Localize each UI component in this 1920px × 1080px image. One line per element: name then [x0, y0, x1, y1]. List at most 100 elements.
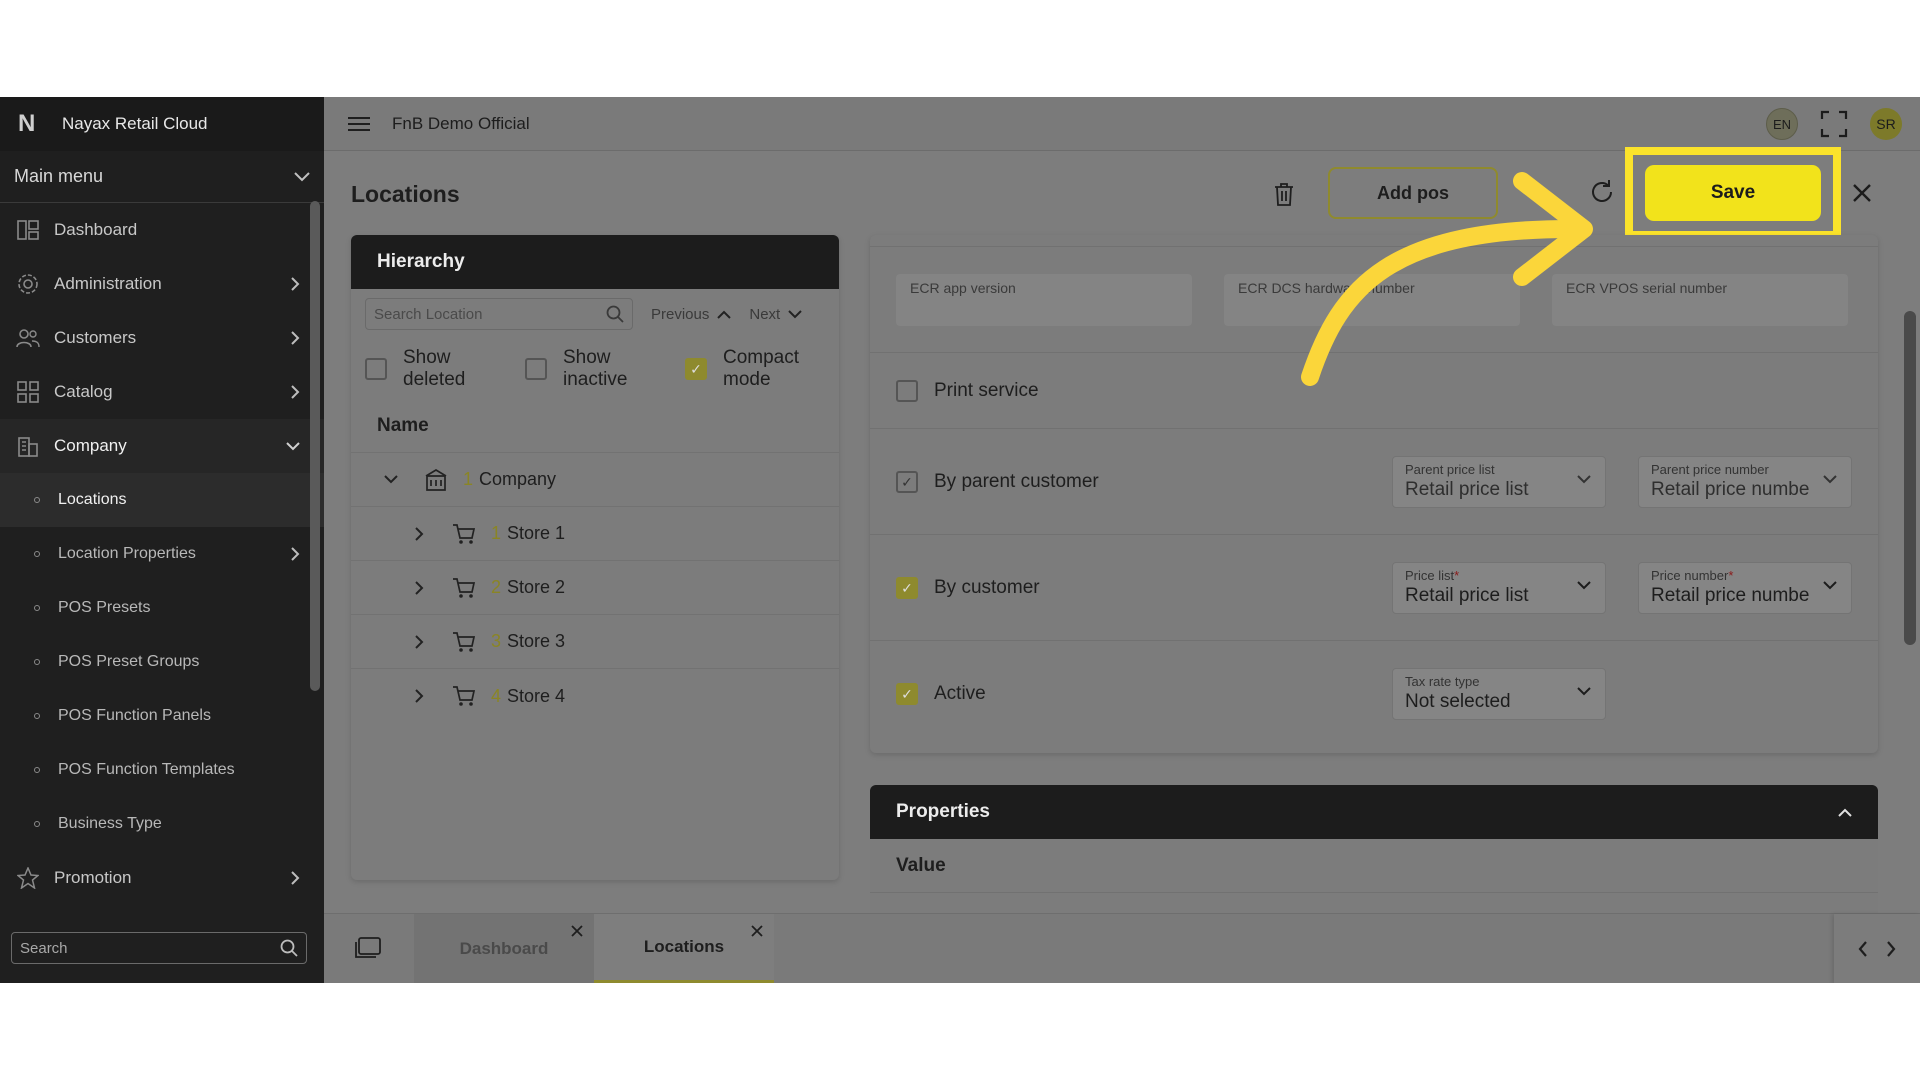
search-icon[interactable]	[280, 939, 298, 957]
tree-row-store[interactable]: 3 Store 3	[351, 615, 839, 669]
compact-mode-checkbox[interactable]: ✓	[685, 358, 707, 380]
previous-button[interactable]: Previous	[651, 306, 732, 323]
sidebar-scrollbar[interactable]	[310, 201, 320, 691]
gear-icon	[16, 272, 40, 296]
close-icon[interactable]	[570, 924, 584, 938]
show-deleted-toggle[interactable]: Show deleted	[365, 347, 505, 391]
close-icon[interactable]	[750, 924, 764, 938]
sidebar-item-administration[interactable]: Administration	[0, 257, 324, 311]
main-scrollbar[interactable]	[1904, 311, 1916, 645]
chevron-right-icon[interactable]	[409, 689, 429, 703]
sidebar-search-input[interactable]	[20, 939, 280, 957]
parent-price-number-select[interactable]: Parent price number Retail price numbe	[1638, 455, 1852, 508]
tree-name: Store 2	[507, 577, 566, 597]
next-label: Next	[749, 305, 781, 323]
sidebar-item-catalog[interactable]: Catalog	[0, 365, 324, 419]
sidebar-search	[11, 932, 307, 964]
by-customer-toggle[interactable]: ✓ By customer	[896, 576, 1360, 599]
bullet-icon	[34, 713, 40, 719]
tree-row-store[interactable]: 1 Store 1	[351, 507, 839, 561]
tab-dashboard[interactable]: Dashboard	[414, 914, 594, 983]
save-button[interactable]: Save	[1645, 165, 1821, 221]
tree-row-company[interactable]: 1 Company	[351, 453, 839, 507]
search-icon[interactable]	[606, 305, 624, 323]
sidebar-item-pos-function-panels[interactable]: POS Function Panels	[0, 689, 324, 743]
sidebar-item-pos-presets[interactable]: POS Presets	[0, 581, 324, 635]
sidebar-item-pos-function-templates[interactable]: POS Function Templates	[0, 743, 324, 797]
parent-price-list-select[interactable]: Parent price list Retail price list	[1392, 455, 1606, 508]
compact-mode-toggle[interactable]: ✓ Compact mode	[685, 347, 825, 391]
tax-rate-select[interactable]: Tax rate type Not selected	[1392, 668, 1606, 720]
properties-header[interactable]: Properties	[870, 785, 1878, 839]
close-icon[interactable]	[1850, 181, 1874, 205]
show-inactive-checkbox[interactable]	[525, 358, 547, 380]
sidebar-item-label: Customers	[54, 328, 137, 347]
top-bar: FnB Demo Official EN SR	[324, 97, 1920, 151]
tab-locations[interactable]: Locations	[594, 914, 774, 983]
tab-label: Locations	[643, 937, 725, 956]
language-button[interactable]: EN	[1766, 108, 1798, 140]
location-search-input[interactable]	[374, 305, 606, 323]
tree-row-store[interactable]: 2 Store 2	[351, 561, 839, 615]
add-pos-button[interactable]: Add pos	[1328, 167, 1498, 219]
sidebar-item-business-type[interactable]: Business Type	[0, 797, 324, 851]
chevron-right-icon[interactable]	[409, 526, 429, 541]
cart-icon	[453, 631, 476, 652]
brand[interactable]: N Nayax Retail Cloud	[0, 97, 324, 151]
by-customer-label: By customer	[934, 576, 1040, 598]
sidebar-item-dashboard[interactable]: Dashboard	[0, 203, 324, 257]
avatar[interactable]: SR	[1870, 108, 1902, 140]
ecr-vpos-serial-label: ECR VPOS serial number	[1566, 279, 1728, 296]
chevron-down-icon[interactable]	[381, 475, 401, 484]
price-number-value: Retail price numbe	[1651, 584, 1810, 606]
price-number-select[interactable]: Price number* Retail price numbe	[1638, 561, 1852, 614]
by-parent-customer-checkbox[interactable]: ✓	[896, 470, 918, 493]
sidebar-item-locations[interactable]: Locations	[0, 473, 324, 527]
sidebar-item-company[interactable]: Company	[0, 419, 324, 473]
fullscreen-icon[interactable]	[1820, 110, 1848, 138]
tree-row-store[interactable]: 4 Store 4	[351, 669, 839, 723]
refresh-icon[interactable]	[1589, 179, 1615, 205]
chevron-right-icon[interactable]	[409, 634, 429, 649]
properties-title: Properties	[896, 801, 990, 822]
parent-price-number-value: Retail price numbe	[1651, 478, 1810, 500]
chevron-right-icon	[291, 331, 300, 345]
building-icon	[16, 434, 40, 458]
by-parent-customer-toggle[interactable]: ✓ By parent customer	[896, 470, 1360, 493]
chevron-up-icon[interactable]	[1838, 808, 1852, 817]
sidebar-item-customers[interactable]: Customers	[0, 311, 324, 365]
ecr-dcs-hardware-field[interactable]: ECR DCS hardware number	[1224, 273, 1520, 326]
trash-icon[interactable]	[1272, 181, 1296, 207]
sidebar-item-promotion[interactable]: Promotion	[0, 851, 324, 905]
chevron-right-icon	[291, 385, 300, 399]
chevron-right-icon[interactable]	[409, 580, 429, 595]
hamburger-icon[interactable]	[348, 116, 370, 131]
active-checkbox[interactable]: ✓	[896, 683, 918, 705]
ecr-app-version-field[interactable]: ECR app version	[896, 273, 1192, 326]
chevron-right-icon[interactable]	[1886, 941, 1896, 957]
sidebar-item-pos-preset-groups[interactable]: POS Preset Groups	[0, 635, 324, 689]
next-button[interactable]: Next	[749, 306, 802, 323]
main-menu-toggle[interactable]: Main menu	[0, 151, 324, 203]
chevron-left-icon[interactable]	[1858, 941, 1868, 957]
tree-number: 1	[491, 523, 502, 543]
active-toggle[interactable]: ✓ Active	[896, 683, 1360, 705]
tabs-overview-icon[interactable]	[354, 936, 382, 960]
bullet-icon	[34, 605, 40, 611]
price-list-select[interactable]: Price list* Retail price list	[1392, 561, 1606, 614]
location-search	[365, 298, 633, 330]
sidebar-scroll-thumb[interactable]	[310, 201, 320, 691]
show-deleted-label: Show deleted	[403, 347, 466, 390]
tab-pager	[1834, 914, 1920, 983]
parent-price-number-label: Parent price number	[1651, 461, 1769, 477]
show-deleted-checkbox[interactable]	[365, 358, 387, 380]
chevron-right-icon	[291, 871, 300, 885]
ecr-vpos-serial-field[interactable]: ECR VPOS serial number	[1552, 273, 1848, 326]
print-service-checkbox[interactable]	[896, 379, 918, 402]
show-inactive-toggle[interactable]: Show inactive	[525, 347, 665, 391]
print-service-toggle[interactable]: Print service	[896, 379, 1852, 402]
by-customer-checkbox[interactable]: ✓	[896, 576, 918, 599]
app-frame: N Nayax Retail Cloud Main menu Dashboard…	[0, 97, 1920, 983]
sidebar-item-location-properties[interactable]: Location Properties	[0, 527, 324, 581]
bullet-icon	[34, 551, 40, 557]
